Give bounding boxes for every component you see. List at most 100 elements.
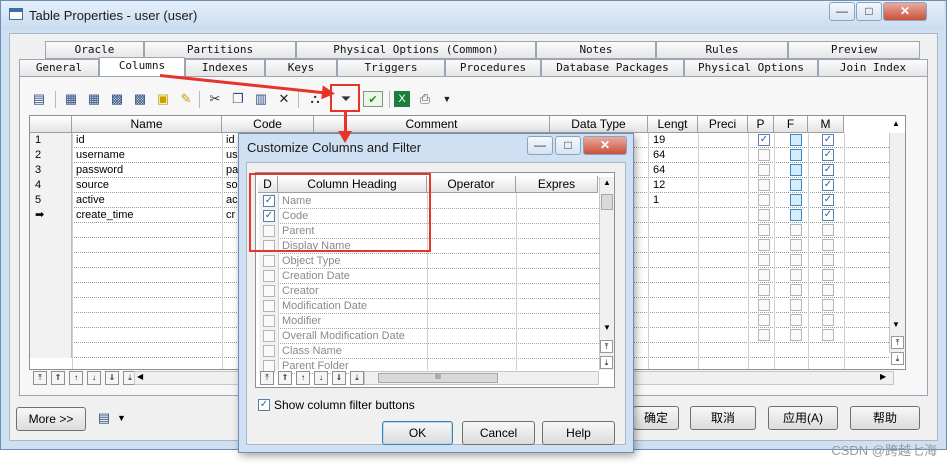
foreign-key-checkbox[interactable] xyxy=(790,254,802,266)
move-column-button[interactable]: ↓ xyxy=(314,371,328,385)
primary-key-checkbox[interactable] xyxy=(758,149,770,161)
more-button[interactable]: More >> xyxy=(16,407,86,431)
column-length-cell[interactable]: 12 xyxy=(650,178,696,193)
column-header-name[interactable]: Name xyxy=(72,116,222,133)
primary-key-checkbox[interactable] xyxy=(758,239,770,251)
column-visible-checkbox[interactable] xyxy=(263,315,275,327)
dialog-scroll-thumb[interactable] xyxy=(601,194,613,210)
move-column-button[interactable]: ⇓ xyxy=(332,371,346,385)
add-domain-icon[interactable]: ▣ xyxy=(155,91,171,107)
mandatory-checkbox[interactable] xyxy=(822,254,834,266)
column-header-f[interactable]: F xyxy=(774,116,808,133)
dialog-minimize-button[interactable]: — xyxy=(527,136,553,155)
primary-key-checkbox[interactable] xyxy=(758,194,770,206)
scroll-bottom-icon[interactable]: ⤓ xyxy=(600,356,613,369)
scroll-up-icon[interactable]: ▲ xyxy=(892,119,900,128)
column-name-cell[interactable]: username xyxy=(73,148,221,163)
mandatory-checkbox[interactable]: ✓ xyxy=(822,194,834,206)
foreign-key-checkbox[interactable] xyxy=(790,299,802,311)
column-header-preci[interactable]: Preci xyxy=(698,116,748,133)
column-visible-checkbox[interactable] xyxy=(263,270,275,282)
primary-key-checkbox[interactable] xyxy=(758,224,770,236)
tab-preview[interactable]: Preview xyxy=(788,41,920,59)
help-button[interactable]: 帮助 xyxy=(850,406,920,430)
scroll-bottom-icon[interactable]: ⤓ xyxy=(891,352,904,365)
primary-key-checkbox[interactable] xyxy=(758,179,770,191)
primary-key-checkbox[interactable] xyxy=(758,254,770,266)
move-column-button[interactable]: ⤒ xyxy=(260,371,274,385)
mandatory-checkbox[interactable]: ✓ xyxy=(822,179,834,191)
move-row-button[interactable]: ⇑ xyxy=(51,371,65,385)
foreign-key-checkbox[interactable] xyxy=(790,179,802,191)
column-header-m[interactable]: M xyxy=(808,116,844,133)
primary-key-checkbox[interactable] xyxy=(758,299,770,311)
minimize-button[interactable]: — xyxy=(829,2,855,21)
paste-icon[interactable]: ▥ xyxy=(253,91,269,107)
scroll-down-icon[interactable]: ▼ xyxy=(603,323,611,332)
dialog-cancel-button[interactable]: Cancel xyxy=(462,421,535,445)
tab-physical-options-common-[interactable]: Physical Options (Common) xyxy=(296,41,536,59)
row-header[interactable] xyxy=(30,253,72,268)
dialog-maximize-button[interactable]: □ xyxy=(555,136,581,155)
column-length-cell[interactable] xyxy=(650,208,696,223)
scroll-left-icon[interactable]: ◀ xyxy=(137,372,143,381)
primary-key-checkbox[interactable] xyxy=(758,284,770,296)
foreign-key-checkbox[interactable] xyxy=(790,239,802,251)
row-header[interactable] xyxy=(30,283,72,298)
maximize-button[interactable]: □ xyxy=(856,2,882,21)
mandatory-checkbox[interactable] xyxy=(822,224,834,236)
move-column-button[interactable]: ⤓ xyxy=(350,371,364,385)
dialog-hscroll-thumb[interactable]: III xyxy=(378,373,498,383)
chevron-down-icon[interactable]: ▼ xyxy=(117,413,126,423)
properties-icon[interactable]: ▤ xyxy=(31,91,47,107)
column-visible-checkbox[interactable] xyxy=(263,285,275,297)
primary-key-checkbox[interactable] xyxy=(758,269,770,281)
mandatory-checkbox[interactable] xyxy=(822,314,834,326)
primary-key-checkbox[interactable]: ✓ xyxy=(758,134,770,146)
mandatory-checkbox[interactable] xyxy=(822,269,834,281)
foreign-key-checkbox[interactable] xyxy=(790,149,802,161)
column-header-p[interactable]: P xyxy=(748,116,774,133)
tab-notes[interactable]: Notes xyxy=(536,41,656,59)
scroll-up-icon[interactable]: ▲ xyxy=(603,178,611,187)
row-header[interactable] xyxy=(30,343,72,358)
dialog-ok-button[interactable]: OK xyxy=(382,421,453,445)
tab-rules[interactable]: Rules xyxy=(656,41,788,59)
scroll-top-icon[interactable]: ⤒ xyxy=(891,336,904,349)
row-header[interactable] xyxy=(30,238,72,253)
primary-key-checkbox[interactable] xyxy=(758,164,770,176)
list-icon[interactable]: ▤ xyxy=(96,410,112,426)
mandatory-checkbox[interactable] xyxy=(822,329,834,341)
move-row-button[interactable]: ↓ xyxy=(87,371,101,385)
row-header[interactable] xyxy=(30,298,72,313)
column-code-cell[interactable]: cr xyxy=(223,208,238,223)
foreign-key-checkbox[interactable] xyxy=(790,314,802,326)
column-length-cell[interactable]: 64 xyxy=(650,148,696,163)
column-header-code[interactable]: Code xyxy=(222,116,314,133)
tab-procedures[interactable]: Procedures xyxy=(445,59,541,77)
insert-row-icon[interactable]: ▦ xyxy=(63,91,79,107)
mandatory-checkbox[interactable]: ✓ xyxy=(822,134,834,146)
mandatory-checkbox[interactable]: ✓ xyxy=(822,209,834,221)
add-row-icon[interactable]: ▦ xyxy=(86,91,102,107)
tab-triggers[interactable]: Triggers xyxy=(337,59,445,77)
mandatory-checkbox[interactable] xyxy=(822,299,834,311)
primary-key-checkbox[interactable] xyxy=(758,314,770,326)
foreign-key-checkbox[interactable] xyxy=(790,224,802,236)
column-visible-checkbox[interactable] xyxy=(263,345,275,357)
dialog-help-button[interactable]: Help xyxy=(542,421,615,445)
foreign-key-checkbox[interactable] xyxy=(790,329,802,341)
add-attributes-icon[interactable]: ▩ xyxy=(109,91,125,107)
primary-key-checkbox[interactable] xyxy=(758,209,770,221)
show-filter-checkbox[interactable]: ✓ xyxy=(258,399,270,411)
foreign-key-checkbox[interactable] xyxy=(790,284,802,296)
print-icon[interactable]: ⎙ xyxy=(417,91,433,107)
tab-physical-options[interactable]: Physical Options xyxy=(684,59,818,77)
column-name-cell[interactable]: source xyxy=(73,178,221,193)
mandatory-checkbox[interactable] xyxy=(822,239,834,251)
column-header-lengt[interactable]: Lengt xyxy=(648,116,698,133)
column-length-cell[interactable]: 19 xyxy=(650,133,696,148)
tab-database-packages[interactable]: Database Packages xyxy=(541,59,684,77)
column-header-data-type[interactable]: Data Type xyxy=(550,116,648,133)
primary-key-checkbox[interactable] xyxy=(758,329,770,341)
